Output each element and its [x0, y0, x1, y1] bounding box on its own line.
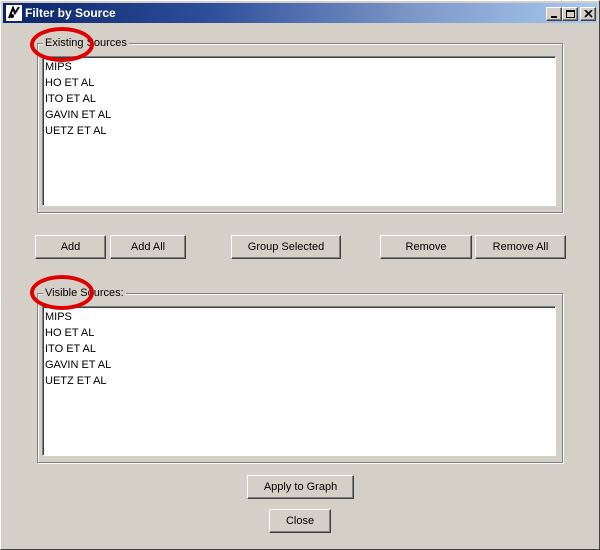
list-item[interactable]: UETZ ET AL: [45, 373, 555, 389]
close-icon: [584, 10, 593, 18]
maximize-icon: [566, 10, 575, 18]
existing-sources-group: Existing Sources MIPS HO ET AL ITO ET AL…: [37, 36, 563, 213]
list-item[interactable]: HO ET AL: [45, 325, 555, 341]
remove-button[interactable]: Remove: [380, 235, 472, 259]
add-all-button[interactable]: Add All: [110, 235, 186, 259]
close-window-button[interactable]: [580, 7, 596, 21]
list-item[interactable]: ITO ET AL: [45, 341, 555, 357]
list-item[interactable]: GAVIN ET AL: [45, 107, 555, 123]
visible-sources-group: Visible Sources: MIPS HO ET AL ITO ET AL…: [37, 286, 563, 463]
list-item[interactable]: ITO ET AL: [45, 91, 555, 107]
visible-sources-list[interactable]: MIPS HO ET AL ITO ET AL GAVIN ET AL UETZ…: [42, 306, 556, 456]
close-button[interactable]: Close: [269, 509, 331, 533]
add-button[interactable]: Add: [35, 235, 106, 259]
minimize-button[interactable]: [546, 7, 562, 21]
window-title: Filter by Source: [25, 6, 116, 20]
existing-sources-list[interactable]: MIPS HO ET AL ITO ET AL GAVIN ET AL UETZ…: [42, 56, 556, 206]
app-icon: [6, 5, 22, 21]
maximize-button[interactable]: [562, 7, 578, 21]
remove-all-button[interactable]: Remove All: [475, 235, 566, 259]
list-item[interactable]: MIPS: [45, 59, 555, 75]
list-item[interactable]: MIPS: [45, 309, 555, 325]
title-bar[interactable]: Filter by Source: [3, 3, 597, 23]
filter-window: Filter by Source Existing Sources MIPS H…: [0, 0, 600, 550]
list-item[interactable]: HO ET AL: [45, 75, 555, 91]
visible-sources-label: Visible Sources:: [43, 286, 126, 300]
minimize-icon: [551, 16, 557, 18]
group-selected-button[interactable]: Group Selected: [231, 235, 341, 259]
list-item[interactable]: UETZ ET AL: [45, 123, 555, 139]
apply-to-graph-button[interactable]: Apply to Graph: [247, 475, 354, 499]
list-item[interactable]: GAVIN ET AL: [45, 357, 555, 373]
existing-sources-label: Existing Sources: [43, 36, 129, 50]
